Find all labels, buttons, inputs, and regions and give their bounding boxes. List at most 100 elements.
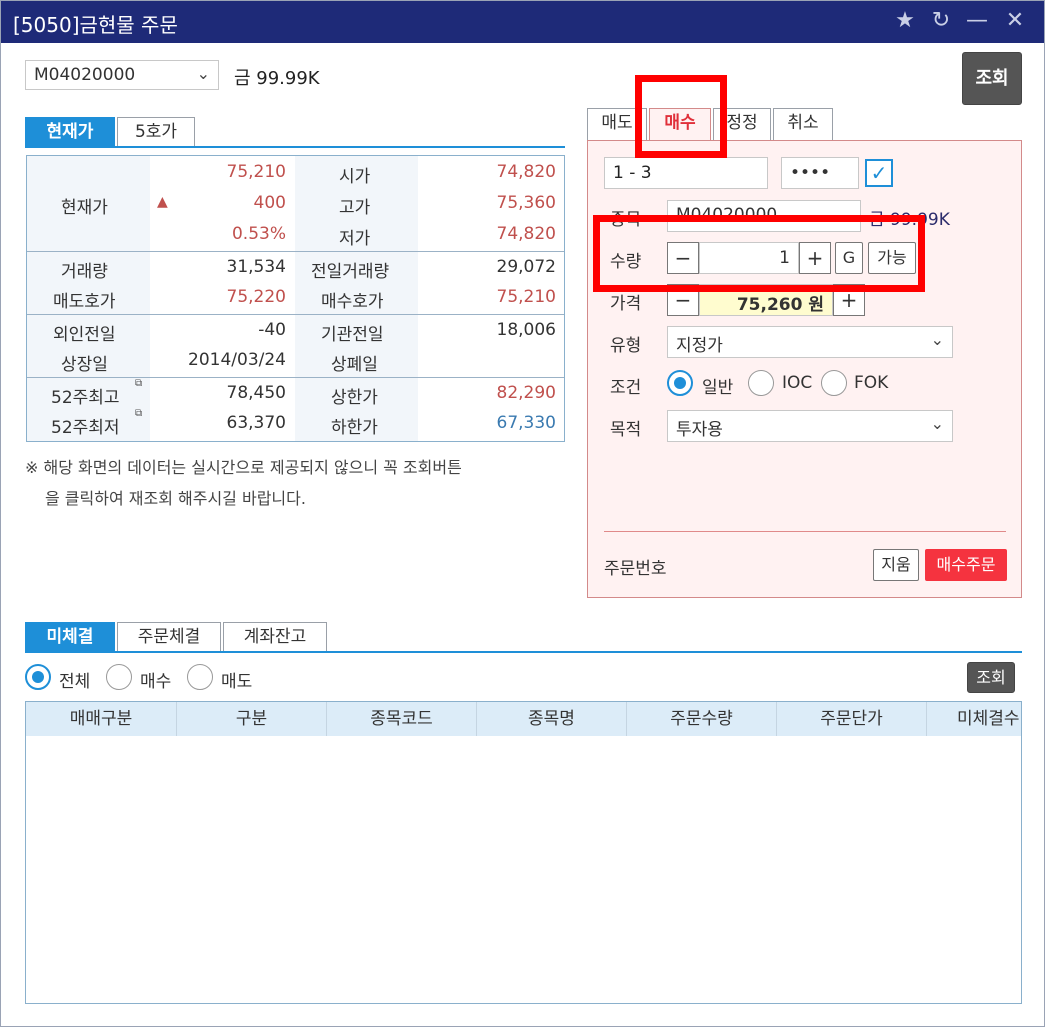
account-field[interactable]: 1 - 3 xyxy=(604,157,768,189)
tab-current-price[interactable]: 현재가 xyxy=(25,117,115,147)
filter-buy-radio[interactable] xyxy=(106,664,132,690)
low-label: 저가 xyxy=(339,229,371,249)
purpose-value: 투자용 xyxy=(676,420,723,440)
current-price: 75,210 xyxy=(226,162,286,182)
change-rate: 0.53% xyxy=(231,224,286,244)
tab-underline xyxy=(25,651,1022,653)
listing-label: 상장일 xyxy=(61,355,108,375)
filter-all-label: 전체 xyxy=(59,672,91,692)
notice-line-1: ※ 해당 화면의 데이터는 실시간으로 제공되지 않으니 꼭 조회버튼 xyxy=(25,458,462,477)
open-label: 시가 xyxy=(339,167,371,187)
price-label: 가격 xyxy=(610,294,642,314)
filter-sell-radio[interactable] xyxy=(187,664,213,690)
order-type-select[interactable]: 지정가 ⌄ xyxy=(667,326,953,358)
tab-account-balance[interactable]: 계좌잔고 xyxy=(223,622,327,652)
highlight-box-buy-tab xyxy=(635,75,727,158)
purpose-label: 목적 xyxy=(610,420,642,440)
filter-all-radio[interactable] xyxy=(25,664,51,690)
col-unfilled-qty[interactable]: 미체결수 xyxy=(927,702,1021,736)
filter-buy-label: 매수 xyxy=(140,672,172,692)
condition-label: 조건 xyxy=(610,378,642,398)
cond-fok-label: FOK xyxy=(854,373,889,393)
close-icon[interactable]: ✕ xyxy=(1001,7,1029,35)
save-password-checkbox[interactable]: ✓ xyxy=(865,159,893,187)
quote-table: 현재가 ▲ 75,210 400 0.53% 시가 74,820 고가 75,3… xyxy=(26,155,565,442)
tab-underline xyxy=(25,146,565,148)
low52-value: 63,370 xyxy=(226,413,286,433)
order-type-value: 지정가 xyxy=(676,336,723,356)
order-panel: 1 - 3 •••• ✓ 종목 M04020000 ⌄ 금 99.99K 수량 … xyxy=(587,140,1022,598)
institution-value: 18,006 xyxy=(496,320,556,340)
foreign-value: -40 xyxy=(258,320,286,340)
high-price: 75,360 xyxy=(496,193,556,213)
prev-volume: 29,072 xyxy=(496,257,556,277)
col-order-price[interactable]: 주문단가 xyxy=(777,702,927,736)
highlight-box-qty xyxy=(593,215,925,292)
price-change: 400 xyxy=(253,193,286,213)
type-label: 유형 xyxy=(610,336,642,356)
foreign-label: 외인전일 xyxy=(53,325,116,345)
open-price: 74,820 xyxy=(496,162,556,182)
upper-limit-label: 상한가 xyxy=(331,388,378,408)
tab-cancel[interactable]: 취소 xyxy=(773,108,833,140)
bid-label: 매수호가 xyxy=(321,292,384,312)
title-bar: [5050]금현물 주문 ★ ↻ — ✕ xyxy=(1,1,1044,43)
cond-fok-radio[interactable] xyxy=(821,370,847,396)
order-window: [5050]금현물 주문 ★ ↻ — ✕ M04020000 ⌄ 금 99.99… xyxy=(0,0,1045,1027)
filter-query-button[interactable]: 조회 xyxy=(967,662,1015,693)
lower-limit-label: 하한가 xyxy=(331,418,378,438)
ask-price: 75,220 xyxy=(226,287,286,307)
order-number-label: 주문번호 xyxy=(604,559,667,579)
star-icon[interactable]: ★ xyxy=(891,7,919,35)
window-title: [5050]금현물 주문 xyxy=(13,13,178,37)
account-value: 1 - 3 xyxy=(613,163,652,183)
high52-label: 52주최고 xyxy=(51,388,120,408)
bid-price: 75,210 xyxy=(496,287,556,307)
purpose-select[interactable]: 투자용 ⌄ xyxy=(667,410,953,442)
cond-normal-label: 일반 xyxy=(702,378,734,398)
unfilled-orders-grid: 매매구분 구분 종목코드 종목명 주문수량 주문단가 미체결수 xyxy=(25,701,1022,1004)
col-category[interactable]: 구분 xyxy=(177,702,327,736)
lower-limit: 67,330 xyxy=(496,413,556,433)
password-value: •••• xyxy=(790,163,831,183)
refresh-icon[interactable]: ↻ xyxy=(927,7,955,35)
volume: 31,534 xyxy=(226,257,286,277)
chevron-down-icon: ⌄ xyxy=(196,64,210,83)
low52-label: 52주최저 xyxy=(51,418,120,438)
query-button[interactable]: 조회 xyxy=(962,52,1022,105)
cond-normal-radio[interactable] xyxy=(667,370,693,396)
grid-header: 매매구분 구분 종목코드 종목명 주문수량 주문단가 미체결수 xyxy=(26,702,1021,736)
symbol-name: 금 99.99K xyxy=(234,68,320,89)
high-label: 고가 xyxy=(339,198,371,218)
tab-5-level-quotes[interactable]: 5호가 xyxy=(117,117,195,147)
minimize-icon[interactable]: — xyxy=(963,7,991,35)
col-trade-type[interactable]: 매매구분 xyxy=(26,702,177,736)
institution-label: 기관전일 xyxy=(321,325,384,345)
cond-ioc-label: IOC xyxy=(782,373,813,393)
col-order-qty[interactable]: 주문수량 xyxy=(627,702,777,736)
password-field[interactable]: •••• xyxy=(781,157,859,189)
delisting-label: 상폐일 xyxy=(331,355,378,375)
tab-unfilled[interactable]: 미체결 xyxy=(25,622,115,652)
tab-executions[interactable]: 주문체결 xyxy=(117,622,221,652)
buy-order-button[interactable]: 매수주문 xyxy=(925,549,1007,581)
volume-label: 거래량 xyxy=(61,262,108,282)
listing-date: 2014/03/24 xyxy=(188,350,286,370)
col-symbol-code[interactable]: 종목코드 xyxy=(327,702,477,736)
cond-ioc-radio[interactable] xyxy=(748,370,774,396)
symbol-select-value: M04020000 xyxy=(34,65,136,85)
chevron-down-icon: ⌄ xyxy=(930,330,944,349)
clear-button[interactable]: 지움 xyxy=(873,549,919,581)
symbol-select[interactable]: M04020000 ⌄ xyxy=(25,60,219,90)
upper-limit: 82,290 xyxy=(496,383,556,403)
divider xyxy=(604,531,1006,532)
high52-value: 78,450 xyxy=(226,383,286,403)
current-price-label: 현재가 xyxy=(61,198,108,218)
filter-sell-label: 매도 xyxy=(221,672,253,692)
price-unit: 원 xyxy=(808,295,824,315)
notice-line-2: 을 클릭하여 재조회 해주시길 바랍니다. xyxy=(45,489,306,508)
link-icon[interactable]: ⧉ xyxy=(135,378,142,389)
up-arrow-icon: ▲ xyxy=(157,194,168,210)
col-symbol-name[interactable]: 종목명 xyxy=(477,702,627,736)
link-icon[interactable]: ⧉ xyxy=(135,408,142,419)
